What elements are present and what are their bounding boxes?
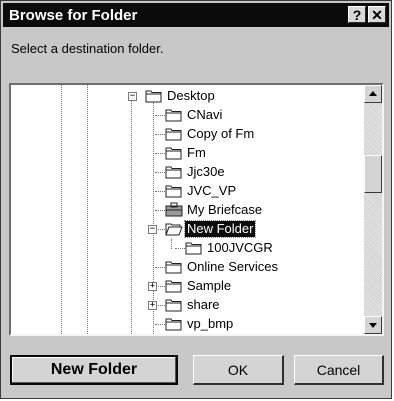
close-icon: ✕ [371,7,383,23]
tree-connector-line [155,324,165,325]
tree-item-label: 100JVCGR [207,240,273,255]
tree-item[interactable]: My Briefcase [11,201,366,220]
folder-icon [185,240,203,258]
tree-item-label: Desktop [167,88,215,103]
tree-connector-line [155,267,165,268]
window-title: Browse for Folder [9,7,138,24]
tree-item[interactable]: − New Folder [11,220,366,239]
tree-item[interactable]: − Desktop [11,87,366,106]
tree-item[interactable]: Copy of Fm [11,125,366,144]
tree-item[interactable]: vp_bmp [11,315,366,334]
tree-item[interactable]: Jjc30e [11,163,366,182]
help-button[interactable]: ? [348,6,366,23]
folder-icon [165,259,183,277]
expand-icon[interactable]: + [148,301,157,310]
tree-connector-line [155,172,165,173]
folder-icon [165,278,183,296]
tree-item-label: vp_bmp [187,316,234,331]
tree-item-label: Fm [187,145,206,160]
close-button[interactable]: ✕ [368,6,386,23]
tree-item-label: New Folder [183,220,257,238]
folder-icon [165,145,183,163]
tree-item-label: Sample [187,278,232,293]
vertical-scrollbar[interactable] [364,85,382,334]
tree-connector-line [155,153,165,154]
scrollbar-thumb[interactable] [364,155,382,193]
folder-icon [145,88,163,106]
tree-item-label: share [187,297,220,312]
tree-item[interactable]: JVC_VP [11,182,366,201]
tree-item[interactable]: Online Services [11,258,366,277]
folder-icon [165,164,183,182]
tree-connector-line [155,115,165,116]
tree-item-label: Jjc30e [187,164,225,179]
cancel-button[interactable]: Cancel [294,355,384,385]
prompt-text: Select a destination folder. [11,41,164,56]
scroll-down-arrow-icon [369,323,377,328]
folder-icon [165,297,183,315]
tree-item[interactable]: + Sample [11,277,366,296]
scroll-down-button[interactable] [364,316,382,334]
folder-icon [165,107,183,125]
tree-item-label: Online Services [187,259,279,274]
help-icon: ? [352,7,362,23]
tree-item-label: JVC_VP [187,183,237,198]
tree-item[interactable]: Fm [11,144,366,163]
tree-item[interactable]: CNavi [11,106,366,125]
folder-icon [165,183,183,201]
scroll-up-arrow-icon [369,91,377,96]
tree-item-label: CNavi [187,107,223,122]
open-folder-icon [165,221,183,239]
folder-icon [165,316,183,334]
collapse-icon[interactable]: − [148,225,157,234]
new-folder-button[interactable]: New Folder [10,355,178,385]
tree-connector-line [155,134,165,135]
scroll-up-button[interactable] [364,85,382,103]
collapse-icon[interactable]: − [128,92,137,101]
folder-tree[interactable]: − Desktop CNavi Copy of Fm Fm Jjc30e JVC_VP My … [9,83,384,336]
folder-icon [165,126,183,144]
briefcase-icon [165,202,183,220]
tree-item-label: Copy of Fm [187,126,255,141]
tree-connector-line [175,248,185,249]
tree-item[interactable]: 100JVCGR [11,239,366,258]
tree-connector-line [155,191,165,192]
expand-icon[interactable]: + [148,282,157,291]
tree-item[interactable]: + share [11,296,366,315]
tree-connector-line [155,210,165,211]
title-bar[interactable]: Browse for Folder ? ✕ [3,3,389,27]
tree-item-label: My Briefcase [187,202,263,217]
ok-button[interactable]: OK [193,355,284,385]
browse-for-folder-dialog: Browse for Folder ? ✕ Select a destinati… [0,0,392,399]
